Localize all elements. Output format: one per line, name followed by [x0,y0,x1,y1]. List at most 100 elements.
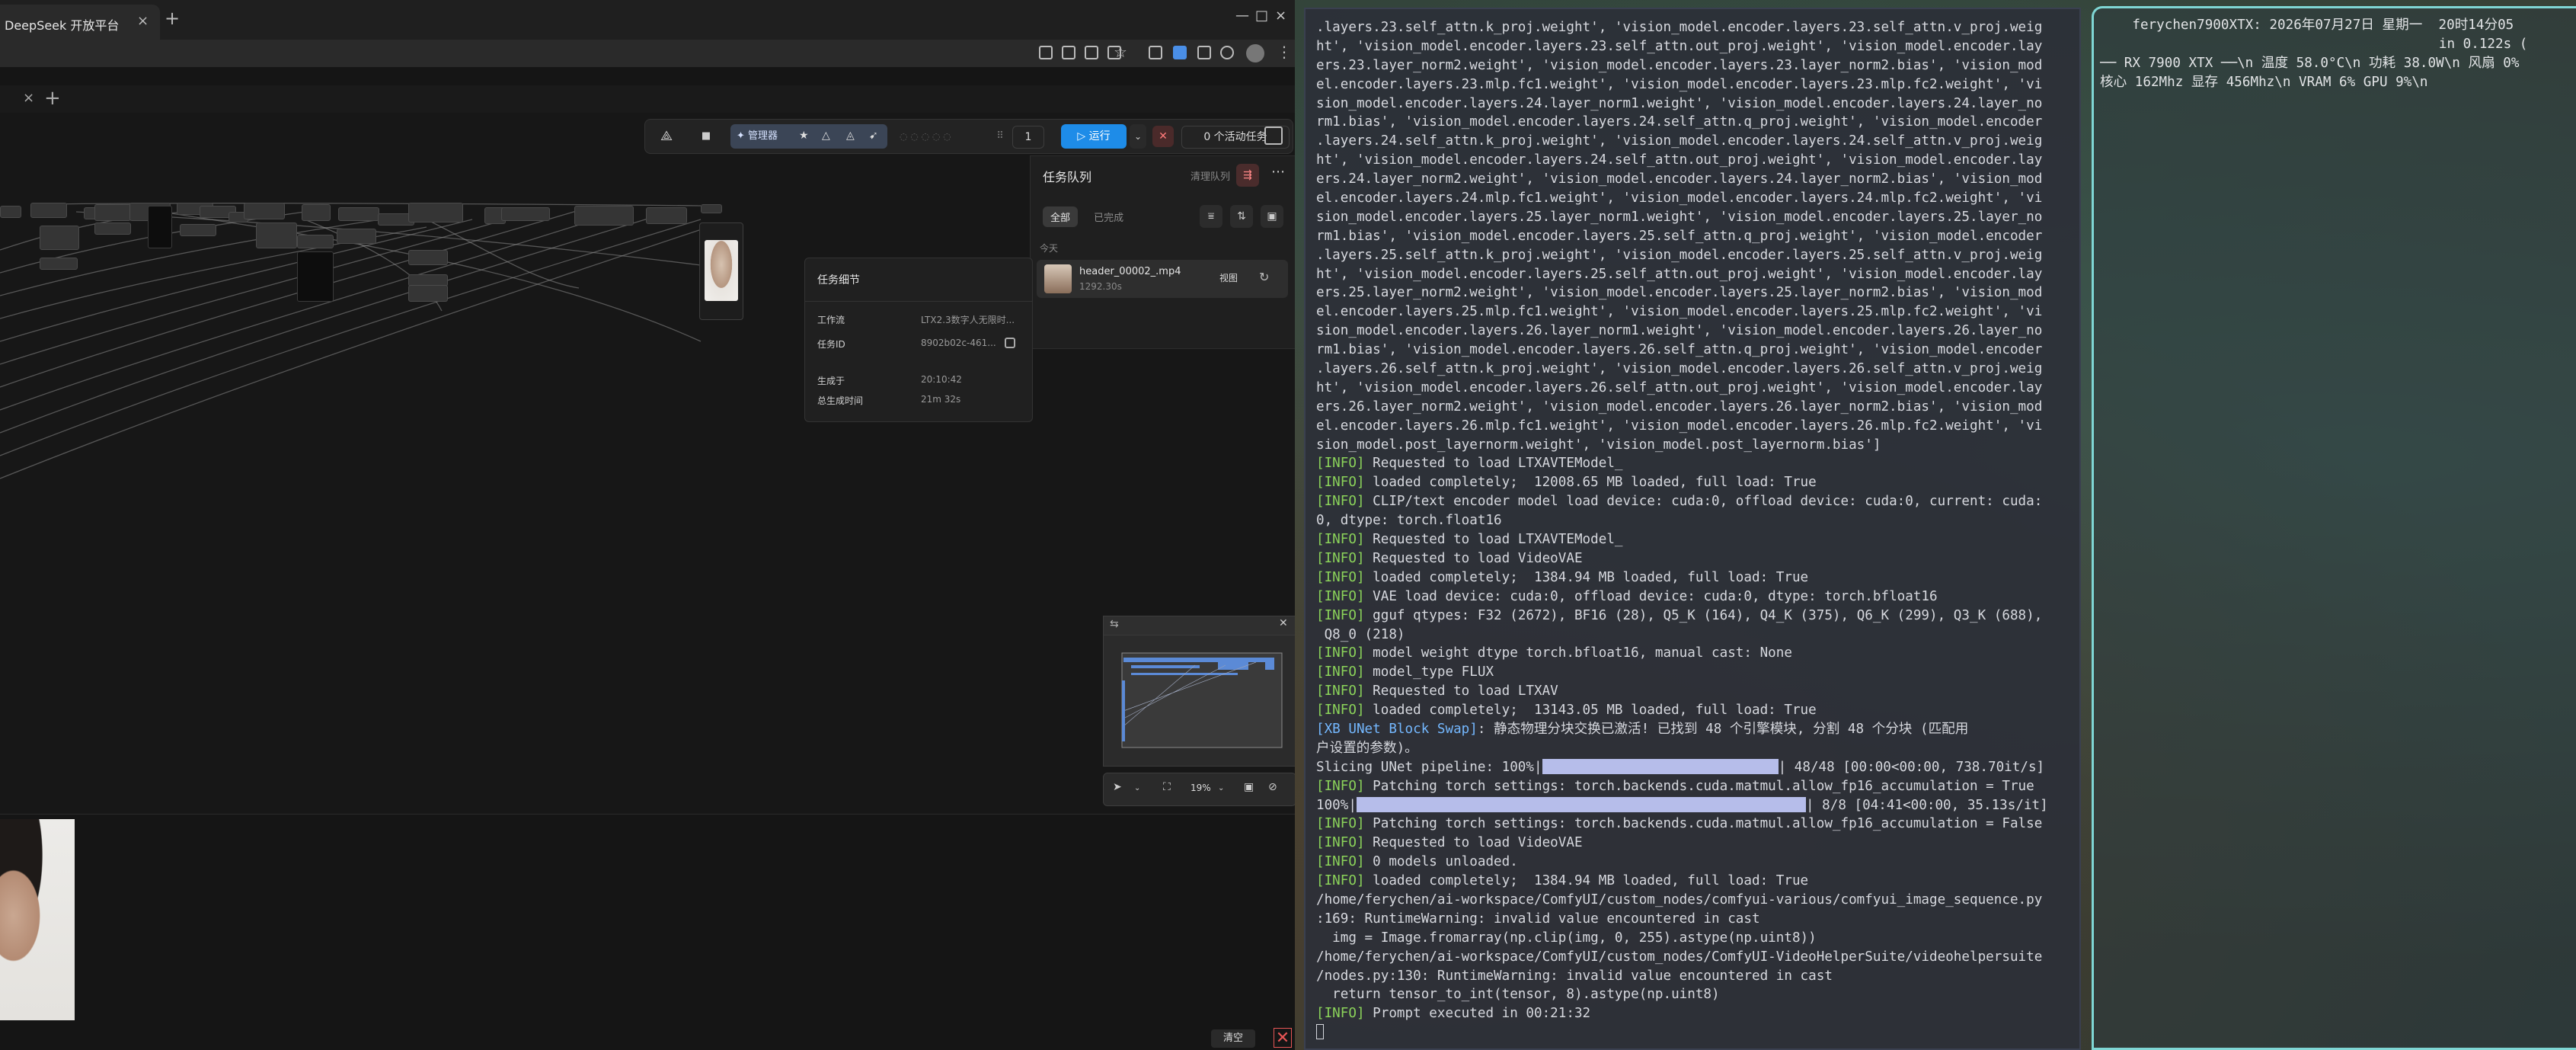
comfyui-terminal[interactable]: .layers.23.self_attn.k_proj.weight', 'vi… [1304,8,2081,1050]
minimap-toggle-icon[interactable]: ▣ [1244,781,1254,793]
graph-node[interactable] [701,204,722,213]
graph-node[interactable] [0,206,21,218]
manager-button[interactable]: ✦ 管理器 [737,124,778,149]
graph-node[interactable] [94,222,131,235]
clear-button[interactable]: 清空 [1211,1029,1255,1048]
minimap-icon: ⇆ [1110,618,1119,630]
wand-icon[interactable]: ➹ [869,130,878,142]
output-image[interactable] [0,819,75,1020]
pointer-icon[interactable]: ➤ [1113,781,1122,793]
star-icon[interactable]: ★ [799,130,809,142]
run-button[interactable]: ▷ 运行 [1061,124,1127,149]
drag-handle-icon[interactable]: ⠿ [996,126,1005,147]
browser-tab[interactable]: DeepSeek 开放平台 × [0,5,160,40]
view-button[interactable]: 视图 [1219,271,1238,284]
section-today: 今天 [1040,243,1059,254]
graph-node[interactable] [256,222,297,248]
new-tab-button[interactable]: + [165,8,180,29]
queue-item-name: header_00002_.mp4 [1079,266,1181,277]
cancel-run-icon[interactable]: ✕ [1152,126,1174,147]
add-workflow-button[interactable]: + [44,87,61,110]
puzzle-icon[interactable] [1197,46,1211,59]
terminal-line: ers.26.layer_norm2.weight', 'vision_mode… [1316,399,2043,415]
terminal-line: .layers.24.self_attn.k_proj.weight', 'vi… [1316,133,2043,149]
info-tag: [INFO] [1316,1006,1365,1022]
link-visibility-icon[interactable]: ⊘ [1268,781,1277,793]
terminal-line: [INFO] model_type FLUX [1316,663,2078,682]
nodes-icon[interactable]: ◬ [846,130,855,142]
terminal-line: [INFO] VAE load device: cuda:0, offload … [1316,587,2078,607]
zoom-dropdown-icon[interactable]: ⌄ [1218,784,1224,792]
run-dropdown-icon[interactable]: ⌄ [1130,124,1146,149]
graph-node[interactable] [148,206,172,248]
pointer-dropdown-icon[interactable]: ⌄ [1134,784,1140,792]
star-bookmark-icon[interactable]: ☆ [1114,43,1127,61]
tab-close-icon[interactable]: × [137,13,149,29]
downloads-icon[interactable] [1220,46,1234,59]
video-preview-node[interactable] [699,222,743,320]
minimize-button[interactable]: — [1235,8,1249,24]
clear-history-icon[interactable]: ⇶ [1236,164,1259,187]
generated-value: 20:10:42 [921,374,962,385]
menu-kebab-icon[interactable]: ⋮ [1277,43,1292,61]
graph-node[interactable] [40,226,79,250]
monitor-line: ── RX 7900 XTX ──\n 温度 58.0°C\n 功耗 38.0W… [2100,55,2520,71]
bookmark-icon[interactable]: ■ [695,126,717,147]
line-text: Requested to load VideoVAE [1364,835,1583,851]
graph-node[interactable] [302,204,331,221]
sidebar-toggle-icon[interactable] [1264,126,1283,145]
minimap-close-icon[interactable]: ✕ [1279,617,1288,629]
maximize-button[interactable]: □ [1255,8,1268,24]
close-icon[interactable]: ✕ [1274,1028,1292,1048]
close-window-button[interactable]: × [1275,8,1286,24]
graph-node[interactable] [40,258,78,270]
terminal-line: .layers.23.self_attn.k_proj.weight', 'vi… [1316,20,2043,35]
fit-view-icon[interactable]: ⛶ [1163,781,1171,793]
translate-icon[interactable] [1062,46,1075,59]
graph-node[interactable] [297,251,334,302]
queue-item[interactable]: header_00002_.mp4 1292.30s 视图 ↻ [1037,260,1288,298]
extension-b-icon[interactable] [1173,46,1187,59]
copy-icon[interactable] [1005,338,1015,348]
graph-node[interactable] [408,250,448,265]
image-icon[interactable]: ▣ [1261,205,1283,228]
clear-queue-button[interactable]: 清理队列 [1191,168,1230,183]
avatar[interactable] [1246,44,1264,62]
graph-node[interactable] [646,207,687,224]
graph-node[interactable] [501,207,550,221]
refresh-icon[interactable]: ↻ [1259,270,1269,284]
queue-count-input[interactable]: 1 [1012,126,1044,149]
minimap[interactable]: ⇆ ✕ [1103,616,1295,767]
warning-icon[interactable]: △ [822,130,830,142]
workflow-value[interactable]: LTX2.3数字人无限时... [921,313,1015,326]
graph-node[interactable] [244,203,285,219]
graph-node[interactable] [180,224,216,236]
graph-node[interactable] [408,285,448,302]
gpu-monitor-terminal[interactable]: ferychen7900XTX: 2026年07月27日 星期一 20时14分0… [2092,6,2576,1050]
graph-node[interactable] [94,204,131,221]
task-id-value: 8902b02c-461... [921,338,996,348]
terminal-line: el.encoder.layers.26.mlp.fc1.weight', 'v… [1316,418,2043,434]
terminal-line: ht', 'vision_model.encoder.layers.23.sel… [1316,38,2043,54]
calendar-icon[interactable] [1039,46,1053,59]
graph-node[interactable] [337,229,376,244]
graph-node[interactable] [297,235,334,248]
line-text: Patching torch settings: torch.backends.… [1364,778,2034,794]
graph-node[interactable] [574,206,634,226]
workflow-tab-close-icon[interactable]: × [23,90,34,106]
tab-done[interactable]: 已完成 [1086,206,1131,227]
filter-icon[interactable]: ⩸ [1200,205,1222,228]
tab-all[interactable]: 全部 [1043,206,1079,227]
info-tag: [INFO] [1316,683,1365,699]
terminal-line: [INFO] loaded completely; 12008.65 MB lo… [1316,473,2078,492]
logo-icon[interactable]: ⟁ [656,126,677,147]
terminal-line: [INFO] loaded completely; 13143.05 MB lo… [1316,701,2078,720]
cast-icon[interactable] [1085,46,1098,59]
graph-node[interactable] [408,203,463,222]
zoom-level[interactable]: 19% [1191,783,1211,793]
graph-node[interactable] [30,203,67,218]
more-icon[interactable]: ⋯ [1271,164,1285,180]
extension-a-icon[interactable] [1149,46,1162,59]
graph-node[interactable] [338,207,379,221]
sort-icon[interactable]: ⇅ [1230,205,1253,228]
